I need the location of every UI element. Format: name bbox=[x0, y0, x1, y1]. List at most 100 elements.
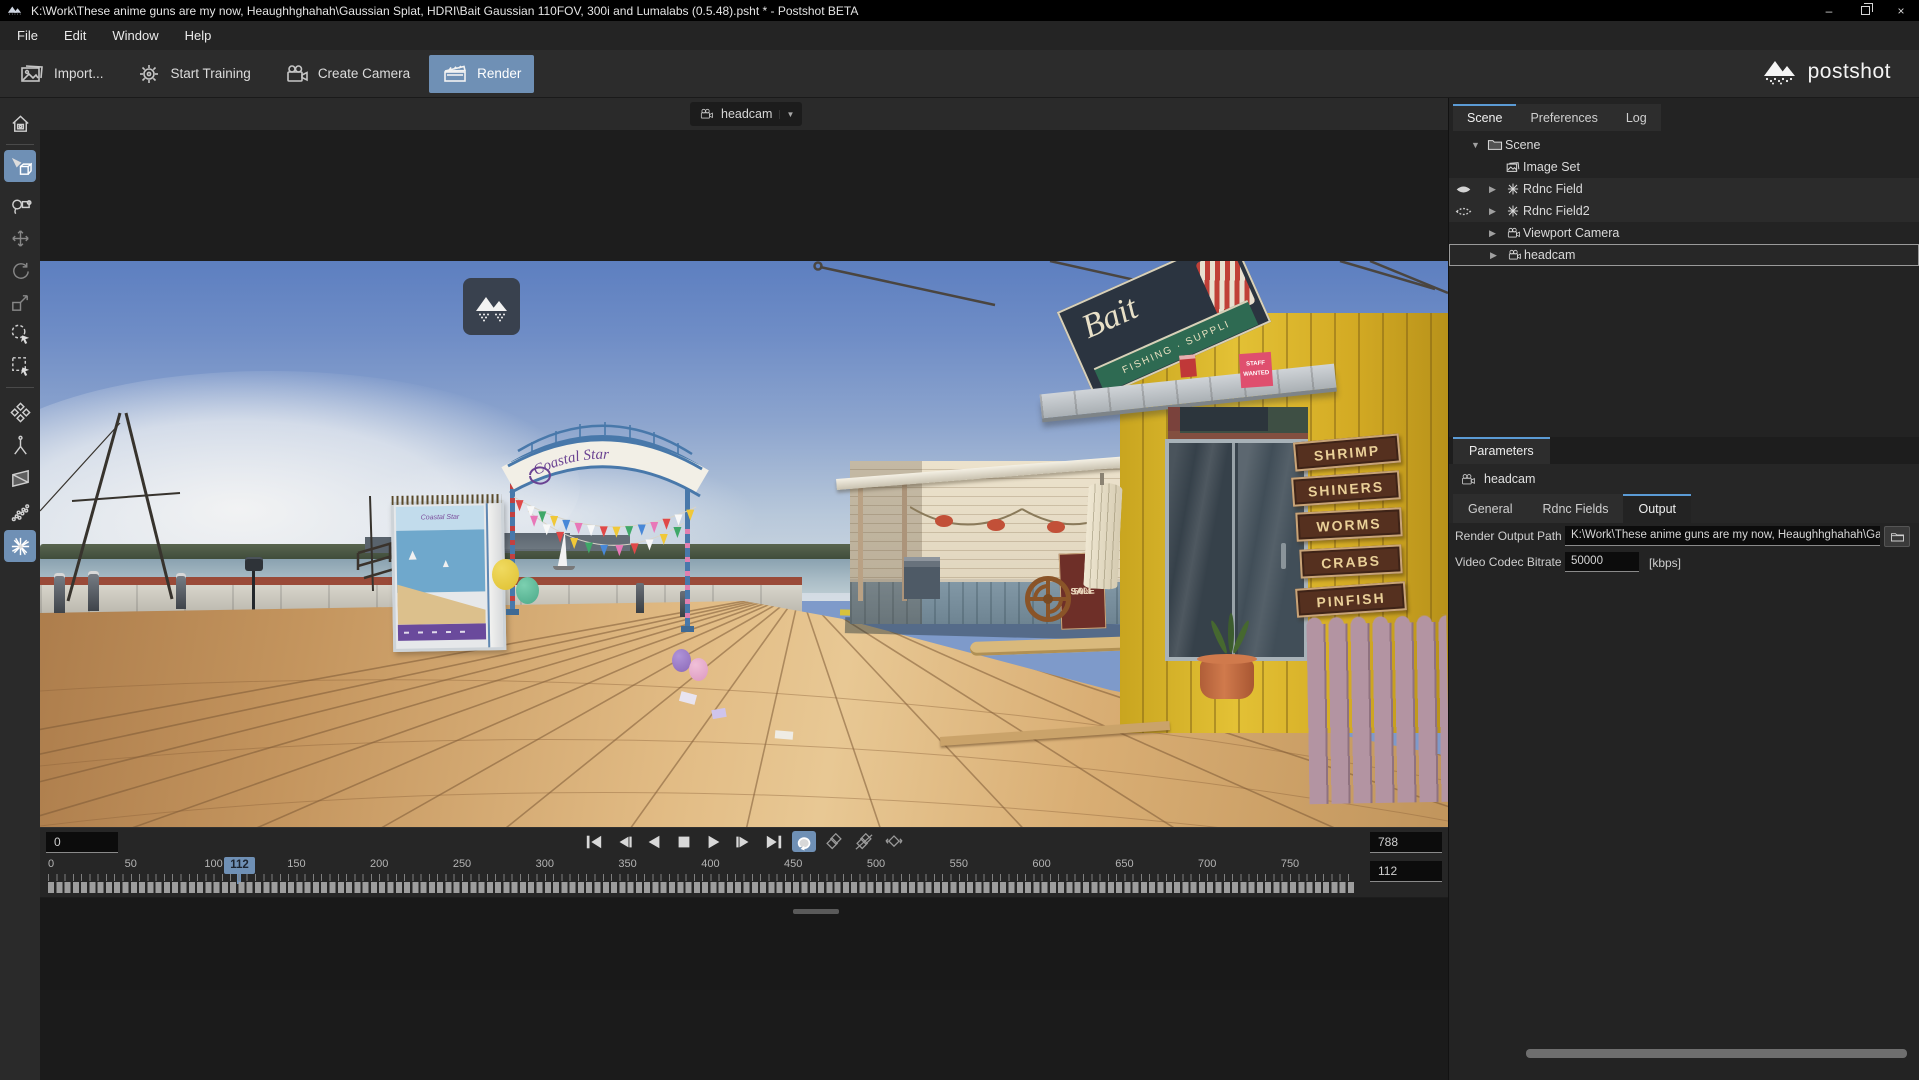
panel-tabs: Scene Preferences Log bbox=[1453, 104, 1661, 131]
onion-skin-button[interactable] bbox=[822, 831, 846, 852]
paper-scrap bbox=[775, 730, 794, 740]
expand-icon[interactable]: ▶ bbox=[1490, 250, 1497, 261]
onion-skin-off-button[interactable] bbox=[852, 831, 876, 852]
menu-help[interactable]: Help bbox=[172, 21, 225, 50]
rotate-tool-icon[interactable] bbox=[4, 255, 36, 285]
skip-end-button[interactable] bbox=[762, 831, 786, 852]
step-back-button[interactable] bbox=[612, 831, 636, 852]
scatter-points-icon[interactable] bbox=[4, 497, 36, 527]
scale-tool-icon[interactable] bbox=[4, 287, 36, 317]
pennant-flag bbox=[587, 525, 595, 536]
tab-parameters[interactable]: Parameters bbox=[1453, 437, 1550, 464]
timeline-scrollbar[interactable] bbox=[793, 909, 839, 914]
start-frame-field[interactable]: 0 bbox=[46, 832, 118, 853]
skip-start-button[interactable] bbox=[582, 831, 606, 852]
create-camera-button[interactable]: Create Camera bbox=[270, 55, 423, 93]
close-icon[interactable]: × bbox=[1883, 0, 1919, 21]
tree-row-label: Viewport Camera bbox=[1523, 226, 1619, 240]
minimize-icon[interactable]: – bbox=[1811, 0, 1847, 21]
tree-row-rdnc-field[interactable]: ▶ Rdnc Field bbox=[1449, 178, 1919, 200]
image-set-gizmo[interactable] bbox=[463, 278, 520, 335]
splat-tool-icon[interactable] bbox=[4, 530, 36, 562]
tree-row-rdnc-field2[interactable]: ▶Rdnc Field2 bbox=[1449, 200, 1919, 222]
render-button[interactable]: Render bbox=[429, 55, 534, 93]
box-select-icon[interactable] bbox=[4, 350, 36, 380]
import-button[interactable]: Import... bbox=[6, 55, 117, 93]
play-button[interactable] bbox=[702, 831, 726, 852]
pennant-flag bbox=[631, 543, 639, 554]
ruler-label-750: 750 bbox=[1281, 858, 1299, 870]
balloon-yellow bbox=[492, 559, 519, 590]
stop-button[interactable] bbox=[672, 831, 696, 852]
crop-plane-icon[interactable] bbox=[4, 463, 36, 493]
render-output-path-row: Render Output Path K:\Work\These anime g… bbox=[1449, 523, 1919, 549]
camera-selector-label: headcam bbox=[721, 107, 772, 121]
eye-hidden-icon[interactable] bbox=[1455, 205, 1473, 218]
tab-preferences[interactable]: Preferences bbox=[1516, 104, 1611, 131]
expand-icon[interactable]: ▶ bbox=[1489, 228, 1496, 239]
loop-button[interactable] bbox=[792, 831, 816, 852]
end-frame-field[interactable]: 788 bbox=[1370, 832, 1442, 853]
tab-rdnc-fields[interactable]: Rdnc Fields bbox=[1527, 494, 1623, 523]
collapse-icon[interactable]: ▼ bbox=[1471, 140, 1480, 150]
step-forward-button[interactable] bbox=[732, 831, 756, 852]
play-reverse-button[interactable] bbox=[642, 831, 666, 852]
balloon-green bbox=[516, 577, 539, 604]
movie-camera-icon bbox=[1459, 472, 1476, 487]
ruler-label-650: 650 bbox=[1115, 858, 1133, 870]
pennant-flag bbox=[625, 526, 633, 537]
tab-general[interactable]: General bbox=[1453, 494, 1527, 523]
menu-window[interactable]: Window bbox=[99, 21, 171, 50]
browse-output-path-button[interactable] bbox=[1884, 526, 1910, 547]
parameters-object-name: headcam bbox=[1484, 472, 1535, 486]
place-images-icon[interactable] bbox=[4, 150, 36, 182]
render-output-path-input[interactable]: K:\Work\These anime guns are my now, Hea… bbox=[1565, 526, 1880, 546]
side-panel: Scene Preferences Log ▼SceneImage Set▶Rd… bbox=[1448, 98, 1919, 1080]
pennant-flag bbox=[600, 526, 608, 537]
dock-piling bbox=[176, 573, 186, 609]
render-view[interactable]: Coastal Star bbox=[40, 261, 1448, 857]
move-tool-icon[interactable] bbox=[4, 223, 36, 253]
tree-row-headcam[interactable]: ▶headcam bbox=[1449, 244, 1919, 266]
parameter-sub-tabs: General Rdnc Fields Output bbox=[1449, 494, 1919, 523]
frame-blocks bbox=[48, 882, 1354, 893]
postshot-window: K:\Work\These anime guns are my now, Hea… bbox=[0, 0, 1919, 1080]
start-training-button[interactable]: Start Training bbox=[123, 55, 264, 93]
video-codec-bitrate-input[interactable]: 50000 bbox=[1565, 552, 1639, 572]
postshot-logo: postshot bbox=[1762, 58, 1891, 86]
onion-range-button[interactable] bbox=[882, 831, 906, 852]
tab-output[interactable]: Output bbox=[1623, 494, 1691, 523]
tree-row-image-set[interactable]: Image Set bbox=[1449, 156, 1919, 178]
pennant-flag bbox=[556, 532, 564, 543]
bitrate-unit-label: [kbps] bbox=[1649, 556, 1681, 570]
lasso-select-icon[interactable] bbox=[4, 318, 36, 348]
first-person-view-icon[interactable] bbox=[4, 190, 36, 220]
home-icon[interactable] bbox=[4, 108, 36, 138]
tree-row-viewport-camera[interactable]: ▶ Viewport Camera bbox=[1449, 222, 1919, 244]
tree-row-label: Rdnc Field bbox=[1523, 182, 1583, 196]
eye-open-icon[interactable] bbox=[1455, 183, 1473, 196]
tree-row-scene[interactable]: ▼Scene bbox=[1449, 134, 1919, 156]
tab-log[interactable]: Log bbox=[1612, 104, 1661, 131]
expand-icon[interactable]: ▶ bbox=[1489, 206, 1496, 217]
viewport-camera-selector[interactable]: headcam ▼ bbox=[690, 102, 802, 126]
maximize-icon[interactable] bbox=[1847, 0, 1883, 21]
bait-sign-crabs: CRABS bbox=[1299, 544, 1402, 578]
panel-scrollbar[interactable] bbox=[1526, 1049, 1907, 1058]
staff-wanted-sign: STAFF WANTED bbox=[1239, 352, 1273, 388]
current-frame-field[interactable]: 112 bbox=[1370, 861, 1442, 882]
tripod-icon[interactable] bbox=[4, 430, 36, 460]
chevron-down-icon[interactable]: ▼ bbox=[779, 110, 794, 119]
tab-scene[interactable]: Scene bbox=[1453, 104, 1516, 131]
movie-camera-icon bbox=[1505, 226, 1521, 240]
expand-icon[interactable]: ▶ bbox=[1489, 184, 1496, 195]
pennant-flag bbox=[550, 516, 558, 527]
ruler-label-50: 50 bbox=[125, 858, 137, 870]
diamond-grid-icon[interactable] bbox=[4, 397, 36, 427]
folder-browse-icon bbox=[1890, 531, 1905, 543]
menu-edit[interactable]: Edit bbox=[51, 21, 99, 50]
menu-file[interactable]: File bbox=[4, 21, 51, 50]
current-frame-marker[interactable]: 112 bbox=[224, 857, 255, 874]
shop-script-text: Bait bbox=[1076, 289, 1143, 347]
terracotta-pot bbox=[1200, 659, 1254, 699]
